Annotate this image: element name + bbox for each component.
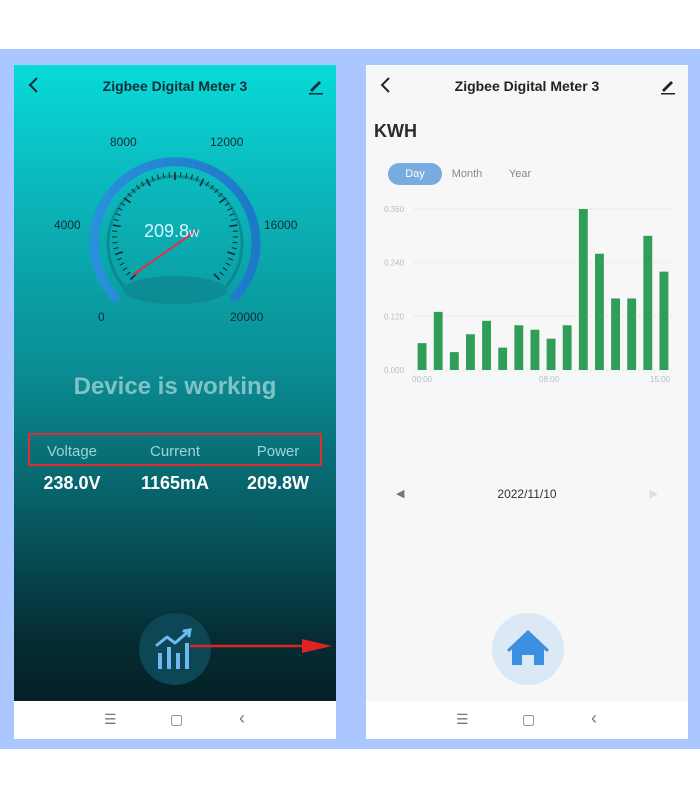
kwh-bar [514,325,524,370]
header: Zigbee Digital Meter 3 [366,65,688,107]
next-day-icon[interactable]: ▶ [650,487,658,500]
tab-month[interactable]: Month [444,163,490,185]
kwh-bar [562,325,572,370]
house-icon [507,630,549,665]
gauge-tick [115,213,121,216]
menu-nav-icon[interactable]: ☰ [456,711,469,728]
selected-date: 2022/11/10 [497,487,557,501]
gauge-tick [113,247,119,250]
gauge-tick [116,257,122,261]
kwh-bar [530,329,540,370]
page-title: Zigbee Digital Meter 3 [454,78,600,94]
voltage-label: Voltage [46,443,98,460]
y-tick-label: 0.240 [384,259,405,268]
system-nav-bar: ☰ ▢ ‹ [366,701,688,739]
gauge-tick [231,218,237,222]
y-tick-label: 0.360 [384,205,405,214]
kwh-bar [611,298,620,370]
system-nav-bar: ☰ ▢ ‹ [14,701,336,739]
kwh-bar [417,343,427,370]
back-nav-icon[interactable]: ‹ [239,708,245,729]
voltage-value: 238.0V [43,473,101,493]
current-label: Current [149,443,201,460]
red-arrow-annotation [190,639,332,653]
gauge-tick [114,251,123,256]
gauge-tick [228,257,234,261]
gauge-label-0: 0 [98,310,105,324]
kwh-bar [466,334,475,370]
gauge-tick [229,213,235,216]
gauge-tick [113,218,119,222]
device-status: Device is working [73,373,277,400]
gauge-tick [222,267,228,271]
home-nav-icon[interactable]: ▢ [170,711,183,728]
power-value: 209.8W [246,473,310,493]
gauge-tick [119,262,125,266]
kwh-heading: KWH [374,121,417,141]
gauge-tick [232,241,238,244]
kwh-bar [595,253,604,370]
gauge-reading: 209.8W [144,221,199,242]
gauge-tick [213,273,221,281]
kwh-history-screen: Zigbee Digital Meter 3 KWH Day Month Yea… [366,65,688,739]
gauge-label-12000: 12000 [210,135,244,149]
kwh-bar [482,320,491,370]
gauge-tick [231,247,237,250]
gauge-reading-value: 209.8 [144,221,190,241]
kwh-bar [433,311,443,370]
back-nav-icon[interactable]: ‹ [591,708,597,729]
x-tick-label: 15:00 [650,375,671,384]
gauge-tick [225,262,231,266]
gauge-label-20000: 20000 [230,310,264,324]
kwh-bar [627,298,637,370]
y-tick-label: 0.000 [384,366,405,375]
screenshot-frame: Zigbee Digital Meter 3 0 4000 8000 12000… [0,49,700,749]
home-button[interactable] [492,613,564,685]
kwh-bar [659,271,669,370]
gauge-tick [112,224,121,228]
gauge-label-4000: 4000 [54,218,81,232]
menu-nav-icon[interactable]: ☰ [104,711,117,728]
x-tick-label: 00:00 [412,375,433,384]
gauge-label-16000: 16000 [264,218,298,232]
gauge-tick [122,267,128,271]
gauge-tick [219,271,224,276]
date-selector: ◀ 2022/11/10 ▶ [366,485,688,505]
gauge-tick [229,224,238,228]
gauge-tick [112,241,118,244]
home-nav-icon[interactable]: ▢ [522,711,535,728]
kwh-bar [643,235,653,370]
tab-year[interactable]: Year [498,163,542,185]
gauge-tick [126,271,131,276]
power-label: Power [256,443,300,460]
edit-pencil-icon[interactable] [658,75,678,95]
current-value: 1165mA [140,473,210,493]
meter-dashboard-screen: Zigbee Digital Meter 3 0 4000 8000 12000… [14,65,336,739]
x-tick-label: 08:00 [539,375,560,384]
kwh-bar [449,352,459,370]
gauge-label-8000: 8000 [110,135,137,149]
kwh-bar [546,338,556,370]
kwh-bar [578,209,588,370]
kwh-bar-chart: 0.000 0.120 0.240 0.360 00:00 08:00 15:00 [384,205,672,384]
tab-day[interactable]: Day [388,163,442,185]
y-tick-label: 0.120 [384,312,405,321]
gauge-tick [227,251,236,256]
kwh-bar [498,347,508,370]
gauge-reading-unit: W [189,228,200,240]
